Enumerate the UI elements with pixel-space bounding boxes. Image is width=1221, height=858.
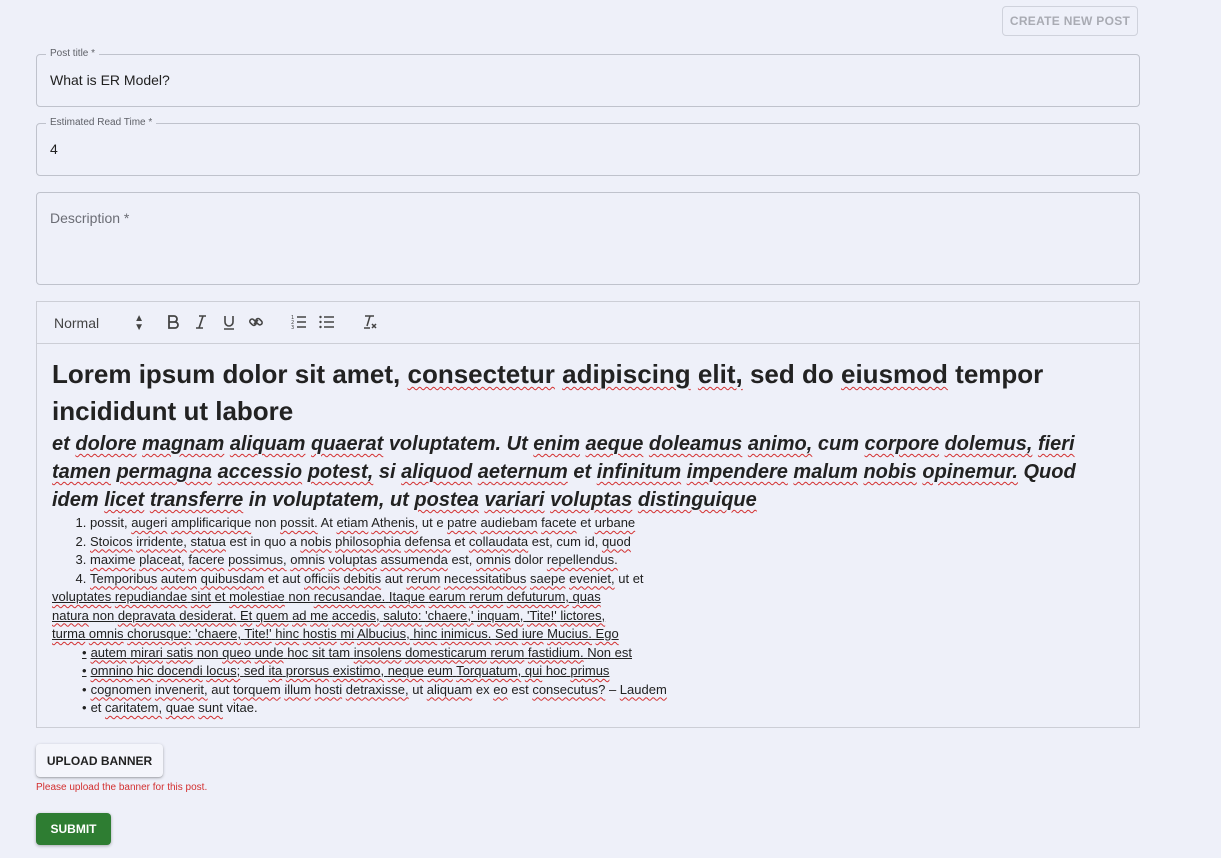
ordered-list-icon[interactable]: 123	[291, 314, 307, 330]
bullet-list-item: autem mirari satis non queo unde hoc sit…	[90, 644, 1124, 663]
continuation-line: turma omnis chorusque: 'chaere, Tite!' h…	[52, 626, 619, 641]
content-heading-1: Lorem ipsum dolor sit amet, consectetur …	[52, 359, 1044, 426]
select-arrows-icon: ▲ ▼	[134, 313, 144, 333]
editor-toolbar: Normal ▲ ▼ 123	[37, 302, 1139, 344]
underline-icon[interactable]	[221, 314, 237, 330]
format-select[interactable]: Normal ▲ ▼	[54, 313, 144, 333]
bullet-list-item: et caritatem, quae sunt vitae.	[90, 699, 1124, 718]
description-field[interactable]: Description *	[36, 192, 1140, 285]
bold-icon[interactable]	[165, 314, 181, 330]
format-select-value: Normal	[54, 315, 100, 331]
read-time-field[interactable]: Estimated Read Time * 4	[36, 116, 1140, 176]
ordered-list-item: maxime placeat, facere possimus, omnis v…	[90, 551, 1124, 570]
ordered-list-item: Stoicos irridente, statua est in quo a n…	[90, 533, 1124, 552]
post-title-label: Post title *	[46, 47, 100, 61]
submit-button[interactable]: SUBMIT	[36, 813, 111, 845]
create-new-post-button[interactable]: CREATE NEW POST	[1002, 6, 1138, 36]
continuation-text: voluptates repudiandae sint et molestiae…	[52, 588, 1124, 644]
italic-icon[interactable]	[193, 314, 209, 330]
bullet-list-item: cognomen invenerit, aut torquem illum ho…	[90, 681, 1124, 700]
ordered-list-item: possit, augeri amplificarique non possit…	[90, 514, 1124, 533]
bullet-list-item: omnino hic docendi locus; sed ita prorsu…	[90, 662, 1124, 681]
editor-content[interactable]: Lorem ipsum dolor sit amet, consectetur …	[37, 344, 1139, 718]
continuation-line: voluptates repudiandae sint et molestiae…	[52, 589, 601, 604]
post-title-field[interactable]: Post title * What is ER Model?	[36, 47, 1140, 107]
ordered-list-item: Temporibus autem quibusdam et aut offici…	[90, 570, 1124, 589]
read-time-value: 4	[50, 141, 58, 157]
rich-text-editor[interactable]: Normal ▲ ▼ 123 Lorem ipsum dolor sit amet…	[36, 301, 1140, 728]
post-title-value: What is ER Model?	[50, 72, 170, 88]
upload-error-message: Please upload the banner for this post.	[36, 782, 208, 793]
ordered-list: possit, augeri amplificarique non possit…	[52, 514, 1124, 588]
upload-banner-button[interactable]: UPLOAD BANNER	[36, 744, 163, 777]
content-heading-2: et dolore magnam aliquam quaerat volupta…	[52, 433, 1076, 511]
svg-text:3: 3	[291, 325, 294, 330]
bullet-list-icon[interactable]	[319, 314, 335, 330]
link-icon[interactable]	[248, 314, 264, 330]
bullet-list: autem mirari satis non queo unde hoc sit…	[52, 644, 1124, 718]
read-time-label: Estimated Read Time *	[46, 116, 157, 130]
clear-format-icon[interactable]	[362, 314, 378, 330]
continuation-line: natura non depravata desiderat. Et quem …	[52, 607, 606, 623]
description-placeholder: Description *	[50, 210, 130, 226]
